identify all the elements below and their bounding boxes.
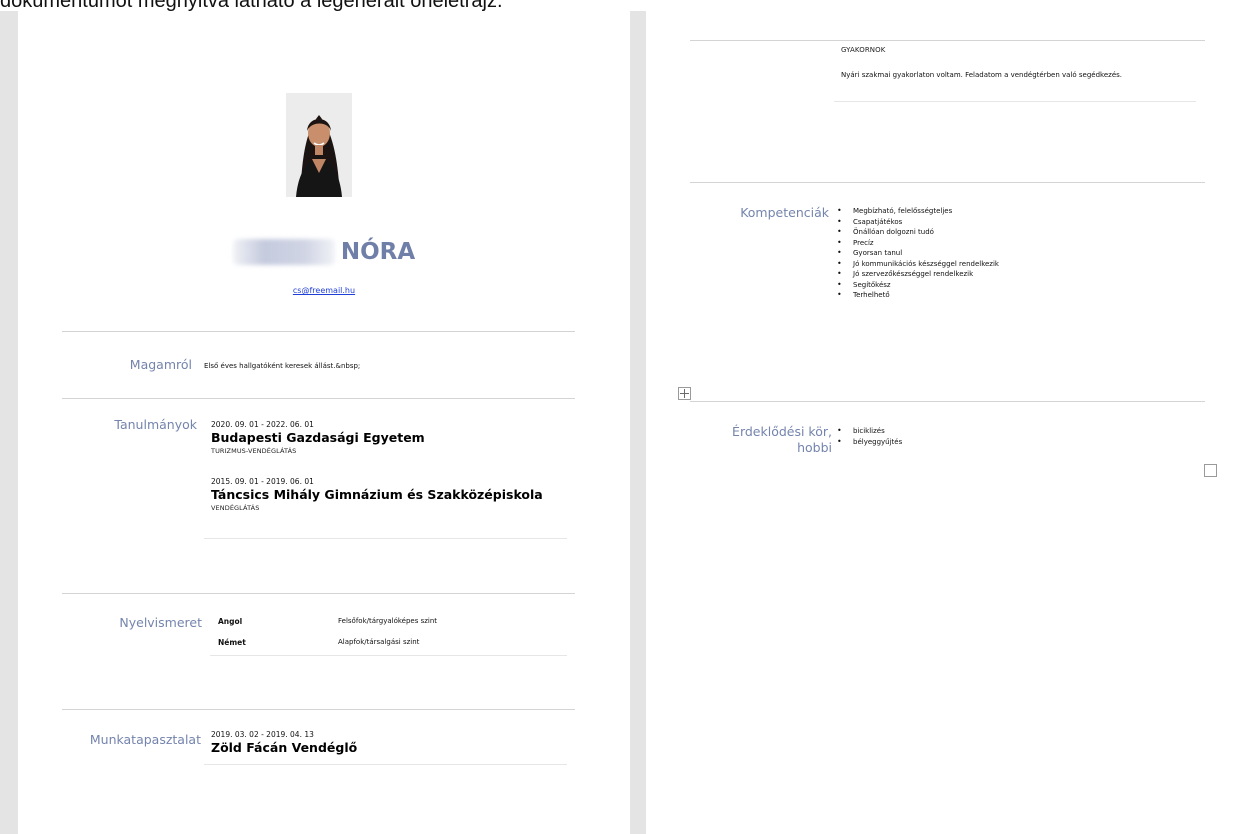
cv-page-2: GYAKORNOK Nyári szakmai gyakorlaton volt… — [646, 11, 1248, 834]
document-viewer[interactable]: NÓRA cs@freemail.hu Magamról Első éves h… — [0, 11, 1248, 834]
language-name: Német — [218, 638, 246, 647]
divider — [204, 538, 567, 539]
education-school: Táncsics Mihály Gimnázium és Szakközépis… — [211, 487, 543, 502]
table-resize-handle-icon[interactable] — [1204, 464, 1217, 477]
candidate-name: NÓRA — [18, 239, 630, 265]
list-item: Segítőkész — [835, 280, 999, 291]
language-level: Felsőfok/tárgyalóképes szint — [338, 617, 438, 625]
section-label-tanulmanyok: Tanulmányok — [114, 417, 197, 432]
table-move-handle-icon[interactable] — [678, 387, 691, 400]
divider — [690, 40, 1205, 41]
education-entry: 2015. 09. 01 - 2019. 06. 01 Táncsics Mih… — [211, 477, 543, 513]
divider — [62, 593, 575, 594]
section-label-line: hobbi — [797, 440, 832, 455]
language-level: Alapfok/társalgási szint — [338, 638, 420, 646]
education-dates: 2015. 09. 01 - 2019. 06. 01 — [211, 477, 314, 486]
competence-list: Megbízható, felelősségteljes Csapatjáték… — [835, 206, 999, 301]
section-label-munkatapasztalat: Munkatapasztalat — [89, 732, 201, 747]
work-employer: Zöld Fácán Vendéglő — [211, 740, 358, 755]
work-entry: 2019. 03. 02 - 2019. 04. 13 Zöld Fácán V… — [211, 730, 357, 756]
list-item: biciklizés — [835, 426, 902, 437]
work-role: GYAKORNOK — [841, 46, 886, 54]
section-label-nyelvismeret: Nyelvismeret — [119, 615, 202, 630]
work-dates: 2019. 03. 02 - 2019. 04. 13 — [211, 730, 314, 739]
divider — [690, 182, 1205, 183]
section-label-line: Érdeklődési kör, — [732, 424, 832, 439]
hobby-list: biciklizés bélyeggyűjtés — [835, 426, 902, 447]
email-link[interactable]: cs@freemail.hu — [293, 286, 355, 295]
education-dates: 2020. 09. 01 - 2022. 06. 01 — [211, 420, 314, 429]
divider — [834, 101, 1196, 102]
divider — [204, 764, 567, 765]
divider — [210, 655, 567, 656]
divider — [62, 709, 575, 710]
education-school: Budapesti Gazdasági Egyetem — [211, 430, 425, 445]
document-caption: dokumentumot megnyitva látható a legener… — [0, 0, 503, 11]
list-item: Önállóan dolgozni tudó — [835, 227, 999, 238]
profile-photo — [286, 93, 352, 197]
list-item: Megbízható, felelősségteljes — [835, 206, 999, 217]
given-name: NÓRA — [340, 239, 416, 265]
divider — [62, 398, 575, 399]
education-field: VENDÉGLÁTÁS — [211, 504, 260, 512]
about-text: Első éves hallgatóként keresek állást.&n… — [204, 362, 361, 370]
education-entry: 2020. 09. 01 - 2022. 06. 01 Budapesti Ga… — [211, 420, 425, 456]
list-item: Gyorsan tanul — [835, 248, 999, 259]
section-label-erdeklodes: Érdeklődési kör, hobbi — [690, 424, 832, 456]
list-item: Csapatjátékos — [835, 217, 999, 228]
cv-page-1: NÓRA cs@freemail.hu Magamról Első éves h… — [18, 11, 630, 834]
work-description: Nyári szakmai gyakorlaton voltam. Felada… — [841, 71, 1123, 79]
divider — [690, 401, 1205, 402]
education-field: TURIZMUS-VENDÉGLÁTÁS — [211, 447, 297, 455]
list-item: bélyeggyűjtés — [835, 437, 902, 448]
divider — [62, 331, 575, 332]
list-item: Jó kommunikációs készséggel rendelkezik — [835, 259, 999, 270]
section-label-kompetenciak: Kompetenciák — [740, 205, 829, 220]
language-name: Angol — [218, 617, 243, 626]
surname-redacted — [232, 239, 335, 265]
email-row: cs@freemail.hu — [18, 286, 630, 295]
section-label-magamrol: Magamról — [129, 357, 192, 372]
list-item: Terhelhető — [835, 290, 999, 301]
list-item: Jó szervezőkészséggel rendelkezik — [835, 269, 999, 280]
list-item: Precíz — [835, 238, 999, 249]
